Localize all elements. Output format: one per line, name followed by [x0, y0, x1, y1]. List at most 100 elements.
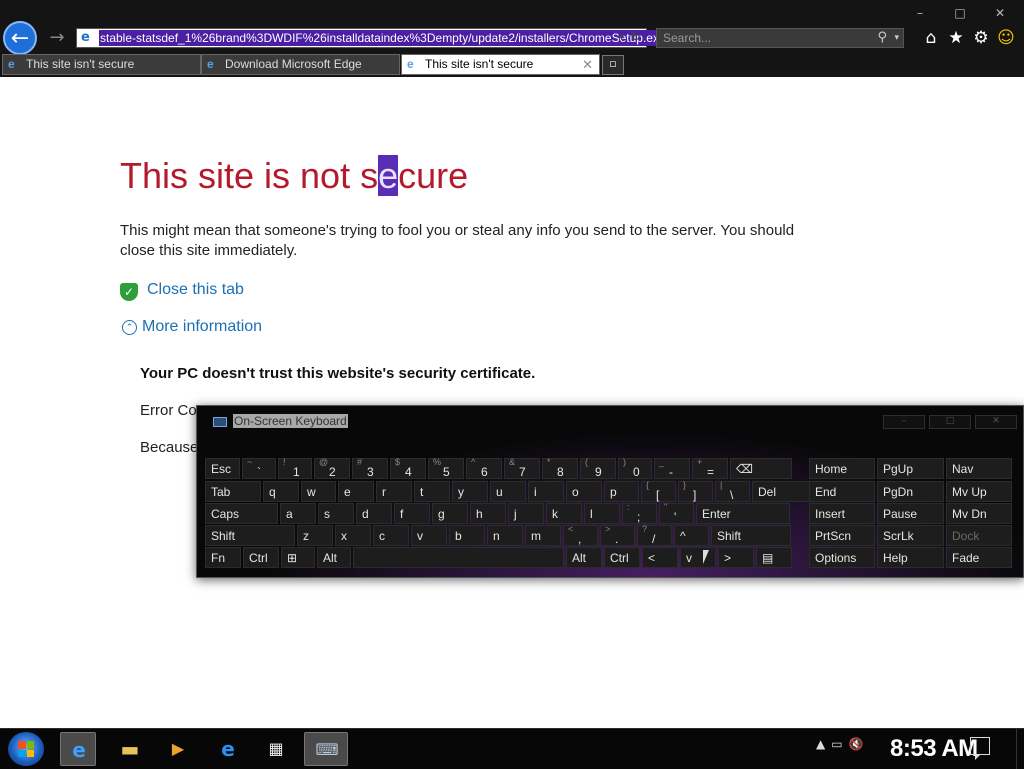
taskbar-media-button[interactable]: ▶	[160, 732, 196, 766]
home-icon[interactable]: ⌂	[920, 26, 942, 50]
osk-key[interactable]: d	[356, 503, 392, 524]
osk-nav-key[interactable]: Options	[809, 547, 875, 568]
osk-nav-key[interactable]: PrtScn	[809, 525, 875, 546]
osk-key[interactable]: s	[318, 503, 354, 524]
osk-nav-key[interactable]: PgUp	[877, 458, 944, 479]
taskbar-edge-button[interactable]: e	[210, 732, 246, 766]
osk-key[interactable]: q	[263, 481, 299, 502]
osk-key[interactable]: p	[604, 481, 639, 502]
osk-key[interactable]: x	[335, 525, 371, 546]
osk-key[interactable]: k	[546, 503, 582, 524]
osk-key[interactable]: & 7	[504, 457, 540, 479]
osk-key[interactable]: Alt	[566, 547, 602, 568]
osk-key[interactable]: {[	[641, 480, 676, 502]
search-icon[interactable]: ⚲	[877, 29, 887, 47]
taskbar-clock[interactable]: 8:53 AM	[890, 734, 978, 764]
osk-key[interactable]: @2	[314, 457, 350, 479]
maximize-button[interactable]: □	[940, 6, 980, 22]
osk-key[interactable]: u	[490, 481, 526, 502]
osk-key[interactable]: t	[414, 481, 450, 502]
osk-key[interactable]: l	[584, 503, 620, 524]
osk-nav-key[interactable]: PgDn	[877, 481, 944, 502]
osk-key[interactable]: >.	[600, 524, 635, 546]
osk-key[interactable]: Esc	[205, 458, 240, 479]
osk-minimize-button[interactable]: –	[883, 415, 925, 429]
osk-key[interactable]: _ -	[654, 457, 690, 479]
osk-key[interactable]: a	[280, 503, 316, 524]
osk-key[interactable]: Ctrl	[604, 547, 640, 568]
address-dropdown-icon[interactable]: ▾	[619, 30, 624, 46]
osk-key[interactable]: r	[376, 481, 412, 502]
osk-key[interactable]: | \	[715, 480, 750, 502]
osk-key[interactable]: ▤	[756, 547, 792, 568]
back-button[interactable]: ←	[3, 21, 37, 55]
osk-key[interactable]: Ctrl	[243, 547, 279, 568]
osk-key[interactable]: ) 0	[618, 457, 652, 479]
osk-key[interactable]: (9	[580, 457, 616, 479]
osk-key[interactable]	[353, 547, 564, 568]
show-desktop-button[interactable]	[1016, 729, 1024, 769]
osk-key[interactable]: <	[642, 547, 678, 568]
address-bar[interactable]: e stable-statsdef_1%26brand%3DWDIF%26ins…	[76, 28, 667, 48]
osk-key[interactable]: * 8	[542, 457, 578, 479]
osk-key[interactable]: ~ `	[242, 457, 276, 479]
osk-key[interactable]: Tab	[205, 481, 261, 502]
close-tab-label[interactable]: Close this tab	[147, 281, 244, 298]
osk-nav-key[interactable]: Insert	[809, 503, 875, 524]
osk-key[interactable]: Caps	[205, 503, 278, 524]
new-tab-button[interactable]: ▫	[602, 55, 624, 75]
osk-key[interactable]: o	[566, 481, 602, 502]
tab-2[interactable]: e Download Microsoft Edge	[201, 54, 400, 75]
osk-key[interactable]: " '	[659, 502, 694, 524]
osk-key[interactable]: c	[373, 525, 409, 546]
tab-1[interactable]: e This site isn't secure	[2, 54, 201, 75]
osk-key[interactable]: $4	[390, 457, 426, 479]
osk-nav-key[interactable]: ScrLk	[877, 525, 944, 546]
osk-nav-key[interactable]: Pause	[877, 503, 944, 524]
close-window-button[interactable]: ✕	[980, 6, 1020, 22]
favorites-star-icon[interactable]: ★	[945, 26, 967, 50]
osk-key[interactable]: ⌫	[730, 458, 792, 479]
osk-key[interactable]: Shift	[205, 525, 295, 546]
osk-key[interactable]: j	[508, 503, 544, 524]
more-information-link[interactable]: ⌃ More information	[122, 318, 262, 336]
osk-key[interactable]: ? /	[637, 524, 672, 546]
refresh-icon[interactable]: ↻	[630, 29, 641, 47]
osk-key[interactable]: <,	[563, 524, 598, 546]
osk-key[interactable]: n	[487, 525, 523, 546]
osk-key[interactable]: Alt	[317, 547, 351, 568]
osk-key[interactable]: ⊞	[281, 547, 315, 568]
osk-nav-key[interactable]: Mv Dn	[946, 503, 1012, 524]
tray-expand-icon[interactable]: ▲	[816, 737, 825, 751]
osk-key[interactable]: :;	[622, 502, 657, 524]
osk-key[interactable]: v	[411, 525, 447, 546]
notification-icon[interactable]	[970, 737, 990, 760]
osk-key[interactable]: + =	[692, 457, 728, 479]
osk-key[interactable]: ^	[674, 525, 709, 546]
osk-key[interactable]: ! 1	[278, 457, 312, 479]
osk-key[interactable]: #3	[352, 457, 388, 479]
start-button[interactable]	[8, 732, 44, 766]
osk-key[interactable]: % 5	[428, 457, 464, 479]
search-dropdown-icon[interactable]: ▾	[894, 29, 899, 48]
osk-key[interactable]: e	[338, 481, 374, 502]
osk-key[interactable]: Shift	[711, 525, 791, 546]
volume-muted-icon[interactable]: 🔇	[849, 737, 864, 751]
gear-icon[interactable]: ⚙	[970, 26, 992, 50]
osk-nav-key[interactable]: End	[809, 481, 875, 502]
osk-close-button[interactable]: ✕	[975, 415, 1017, 429]
osk-key[interactable]: }]	[678, 480, 713, 502]
osk-key[interactable]: Del	[752, 481, 810, 502]
osk-key[interactable]: f	[394, 503, 430, 524]
osk-nav-key[interactable]: Dock	[946, 525, 1012, 546]
osk-key[interactable]: h	[470, 503, 506, 524]
osk-nav-key[interactable]: Mv Up	[946, 481, 1012, 502]
osk-key[interactable]: z	[297, 525, 333, 546]
minimize-button[interactable]: –	[900, 6, 940, 22]
osk-key[interactable]: Fn	[205, 547, 241, 568]
osk-nav-key[interactable]: Nav	[946, 458, 1012, 479]
close-tab-icon[interactable]: ✕	[582, 55, 593, 74]
osk-nav-key[interactable]: Home	[809, 458, 875, 479]
taskbar-ie-button[interactable]: e	[60, 732, 96, 766]
tab-3-active[interactable]: e This site isn't secure ✕	[401, 54, 600, 75]
